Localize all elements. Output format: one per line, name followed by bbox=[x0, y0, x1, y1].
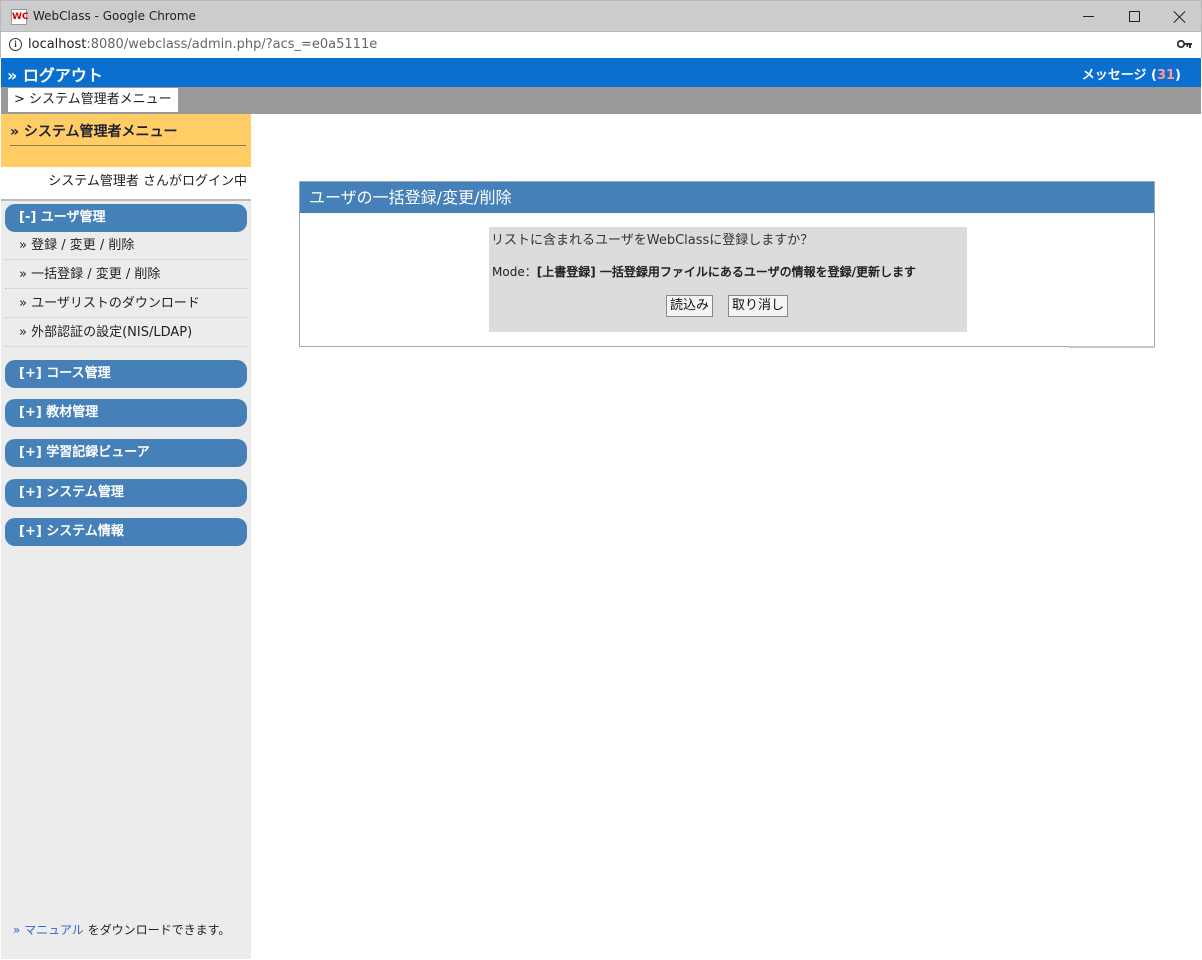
sidebar-group-material-management[interactable]: [+] 教材管理 bbox=[5, 399, 247, 427]
bulk-user-panel: ユーザの一括登録/変更/削除 リストに含まれるユーザをWebClassに登録しま… bbox=[299, 181, 1155, 347]
sidebar-group-course-management[interactable]: [+] コース管理 bbox=[5, 360, 247, 388]
address-bar[interactable]: i localhost:8080/webclass/admin.php/?acs… bbox=[0, 32, 1202, 58]
cancel-button[interactable]: 取り消し bbox=[728, 295, 789, 317]
manual-note-text: をダウンロードできます。 bbox=[83, 923, 231, 937]
mode-description: Mode：[上書登録] 一括登録用ファイルにあるユーザの情報を登録/更新します bbox=[492, 263, 916, 280]
sidebar-group-learning-record-viewer[interactable]: [+] 学習記録ビューア bbox=[5, 439, 247, 467]
webclass-app-icon: WC bbox=[11, 9, 29, 25]
confirm-dialog: リストに含まれるユーザをWebClassに登録しますか？ Mode：[上書登録]… bbox=[489, 227, 967, 332]
minimize-button[interactable] bbox=[1065, 1, 1111, 32]
login-status: システム管理者 さんがログイン中 bbox=[1, 167, 251, 201]
breadcrumb-item-admin-menu[interactable]: > システム管理者メニュー bbox=[8, 88, 178, 112]
manual-download-note: » マニュアル をダウンロードできます。 bbox=[13, 921, 230, 938]
sidebar-item-external-auth[interactable]: » 外部認証の設定(NIS/LDAP) bbox=[5, 319, 247, 347]
sidebar: » システム管理者メニュー システム管理者 さんがログイン中 [-] ユーザ管理… bbox=[1, 114, 251, 959]
logout-link[interactable]: » ログアウト bbox=[7, 62, 103, 86]
messages-link[interactable]: メッセージ (31) bbox=[1082, 64, 1181, 83]
url-text[interactable]: localhost:8080/webclass/admin.php/?acs_=… bbox=[28, 37, 377, 52]
panel-title: ユーザの一括登録/変更/削除 bbox=[300, 182, 1154, 213]
sidebar-header: » システム管理者メニュー bbox=[1, 114, 251, 167]
sidebar-title[interactable]: » システム管理者メニュー bbox=[10, 121, 246, 146]
key-icon[interactable] bbox=[1177, 39, 1193, 49]
minimize-icon bbox=[1082, 16, 1094, 17]
manual-link[interactable]: » マニュアル bbox=[13, 923, 84, 937]
close-button[interactable] bbox=[1157, 1, 1202, 32]
top-header: » ログアウト メッセージ (31) bbox=[1, 58, 1201, 87]
maximize-button[interactable] bbox=[1111, 1, 1157, 32]
url-host: localhost bbox=[28, 37, 87, 52]
maximize-icon bbox=[1128, 11, 1140, 22]
sidebar-item-register-edit-delete[interactable]: » 登録 / 変更 / 削除 bbox=[5, 232, 247, 260]
confirm-question: リストに含まれるユーザをWebClassに登録しますか？ bbox=[491, 233, 814, 248]
window-title: WebClass - Google Chrome bbox=[33, 9, 196, 23]
messages-close-paren: ) bbox=[1175, 68, 1181, 83]
url-path: :8080/webclass/admin.php/?acs_=e0a5111e bbox=[86, 37, 378, 52]
messages-label: メッセージ ( bbox=[1081, 68, 1157, 83]
login-status-text: システム管理者 さんがログイン中 bbox=[48, 174, 247, 189]
panel-divider bbox=[1068, 346, 1154, 348]
mode-detail: [上書登録] 一括登録用ファイルにあるユーザの情報を登録/更新します bbox=[536, 265, 916, 279]
sidebar-item-user-list-download[interactable]: » ユーザリストのダウンロード bbox=[5, 290, 247, 318]
site-info-icon[interactable]: i bbox=[9, 38, 22, 51]
breadcrumb: > システム管理者メニュー bbox=[1, 87, 1201, 114]
sidebar-item-bulk-register[interactable]: » 一括登録 / 変更 / 削除 bbox=[5, 261, 247, 289]
window-titlebar: WC WebClass - Google Chrome bbox=[0, 0, 1202, 32]
sidebar-group-system-management[interactable]: [+] システム管理 bbox=[5, 479, 247, 507]
messages-count: 31 bbox=[1156, 68, 1176, 83]
sidebar-group-user-management[interactable]: [-] ユーザ管理 bbox=[5, 204, 247, 232]
sidebar-group-system-info[interactable]: [+] システム情報 bbox=[5, 518, 247, 546]
close-icon bbox=[1174, 11, 1186, 23]
load-button[interactable]: 読込み bbox=[666, 295, 714, 317]
mode-prefix: Mode： bbox=[492, 265, 537, 279]
